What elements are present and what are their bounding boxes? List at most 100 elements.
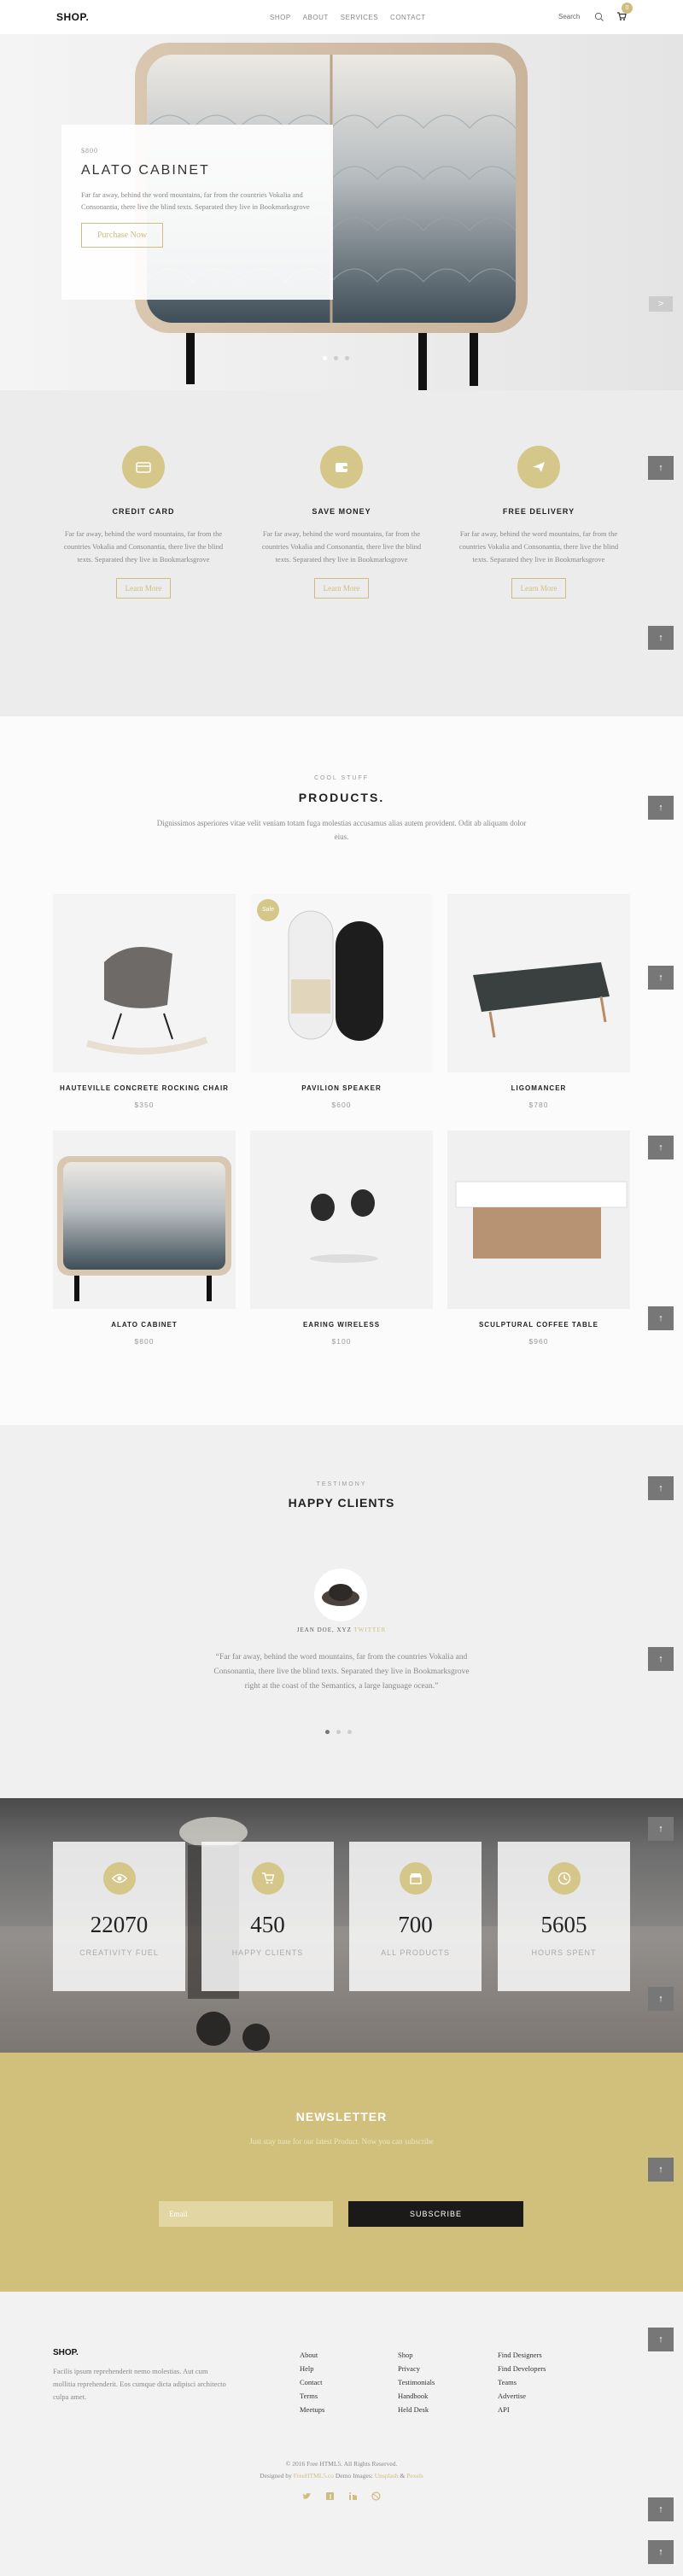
footer-link[interactable]: Teams: [498, 2375, 546, 2389]
product-name[interactable]: LIGOMANCER: [447, 1084, 630, 1092]
slider-dot[interactable]: [323, 356, 327, 360]
product-name[interactable]: HAUTEVILLE CONCRETE ROCKING CHAIR: [53, 1084, 236, 1092]
footer-link[interactable]: Find Designers: [498, 2348, 546, 2362]
logo[interactable]: SHOP.: [56, 11, 89, 23]
product-price: $350: [134, 1101, 155, 1109]
back-to-top-button[interactable]: ↑: [648, 456, 674, 480]
stat-label: CREATIVITY FUEL: [79, 1948, 159, 1957]
footer-link[interactable]: Meetups: [300, 2403, 324, 2416]
product-image[interactable]: [447, 1130, 630, 1309]
feature-free-delivery: FREE DELIVERY Far far away, behind the w…: [453, 446, 624, 599]
footer-link[interactable]: API: [498, 2403, 546, 2416]
nav-services[interactable]: SERVICES: [341, 14, 378, 21]
back-to-top-button[interactable]: ↑: [648, 966, 674, 990]
subscribe-button[interactable]: SUBSCRIBE: [348, 2201, 523, 2227]
back-to-top-button[interactable]: ↑: [648, 1647, 674, 1671]
product-image[interactable]: Sale: [250, 894, 433, 1072]
back-to-top-button[interactable]: ↑: [648, 796, 674, 820]
product-image[interactable]: [53, 894, 236, 1072]
back-to-top-button[interactable]: ↑: [648, 2497, 674, 2521]
footer-links-col-1: About Help Contact Terms Meetups: [300, 2348, 324, 2416]
product-name[interactable]: ALATO CABINET: [53, 1321, 236, 1329]
back-to-top-button[interactable]: ↑: [648, 626, 674, 650]
product-card[interactable]: Sale PAVILION SPEAKER $600: [250, 894, 433, 1109]
purchase-now-button[interactable]: Purchase Now: [81, 223, 164, 248]
feature-text: Far far away, behind the word mountains,…: [261, 529, 422, 564]
feature-credit-card: CREDIT CARD Far far away, behind the wor…: [58, 446, 229, 599]
feature-save-money: SAVE MONEY Far far away, behind the word…: [256, 446, 427, 599]
product-name[interactable]: EARING WIRELESS: [250, 1321, 433, 1329]
back-to-top-button[interactable]: ↑: [648, 2540, 674, 2564]
footer-link[interactable]: Advertise: [498, 2389, 546, 2403]
search-input[interactable]: Search: [558, 13, 580, 20]
back-to-top-button[interactable]: ↑: [648, 1306, 674, 1330]
learn-more-button[interactable]: Learn More: [115, 578, 172, 599]
learn-more-button[interactable]: Learn More: [313, 578, 370, 599]
linkedin-icon[interactable]: [348, 2490, 358, 2500]
slider-dot[interactable]: [334, 356, 338, 360]
product-image[interactable]: [250, 1130, 433, 1309]
back-to-top-button[interactable]: ↑: [648, 1136, 674, 1159]
footer-logo[interactable]: SHOP.: [53, 2348, 79, 2357]
footer-link[interactable]: About: [300, 2348, 324, 2362]
section-description: Dignissimos asperiores vitae velit venia…: [156, 819, 527, 841]
hero-description: Far far away, behind the word mountains,…: [81, 190, 310, 211]
product-card[interactable]: ALATO CABINET $800: [53, 1130, 236, 1346]
dribbble-icon[interactable]: [371, 2490, 381, 2501]
nav-about[interactable]: ABOUT: [303, 14, 329, 21]
footer-link[interactable]: Help: [300, 2362, 324, 2375]
facebook-icon[interactable]: [325, 2490, 335, 2500]
product-card[interactable]: SCULPTURAL COFFEE TABLE $960: [447, 1130, 630, 1346]
footer-link[interactable]: Contact: [300, 2375, 324, 2389]
client-role-link[interactable]: TWITTER: [354, 1627, 387, 1633]
nav-contact[interactable]: CONTACT: [390, 14, 426, 21]
wallet-icon: [320, 446, 363, 488]
twitter-icon[interactable]: [302, 2490, 312, 2499]
arrow-up-icon: ↑: [658, 2334, 663, 2345]
footer-link[interactable]: Shop: [398, 2348, 435, 2362]
product-image[interactable]: [53, 1130, 236, 1309]
arrow-up-icon: ↑: [658, 2504, 663, 2515]
eye-icon: [102, 1862, 136, 1895]
slider-dot[interactable]: [336, 1730, 341, 1734]
arrow-up-icon: ↑: [658, 1483, 663, 1493]
footer-link[interactable]: Terms: [300, 2389, 324, 2403]
arrow-up-icon: ↑: [658, 1142, 663, 1153]
footer-link[interactable]: Testimonials: [398, 2375, 435, 2389]
back-to-top-button[interactable]: ↑: [648, 2328, 674, 2351]
slider-dot[interactable]: [347, 1730, 352, 1734]
footer: SHOP. Facilis ipsum reprehenderit nemo m…: [0, 2292, 683, 2576]
pexels-link[interactable]: Pexels: [406, 2472, 423, 2480]
back-to-top-button[interactable]: ↑: [648, 1817, 674, 1841]
cart-count-badge: 0: [622, 3, 633, 14]
newsletter-description: Just stay tune for our latest Product. N…: [249, 2137, 434, 2146]
unsplash-link[interactable]: Unsplash: [375, 2472, 399, 2480]
product-card[interactable]: EARING WIRELESS $100: [250, 1130, 433, 1346]
stat-products: 700 ALL PRODUCTS: [349, 1842, 482, 1991]
product-name[interactable]: SCULPTURAL COFFEE TABLE: [447, 1321, 630, 1329]
slider-next-button[interactable]: >: [649, 296, 673, 312]
footer-link[interactable]: Held Desk: [398, 2403, 435, 2416]
footer-link[interactable]: Handbook: [398, 2389, 435, 2403]
email-field[interactable]: [159, 2201, 333, 2227]
learn-more-button[interactable]: Learn More: [511, 578, 567, 599]
product-image[interactable]: [447, 894, 630, 1072]
arrow-up-icon: ↑: [658, 1994, 663, 2004]
product-card[interactable]: HAUTEVILLE CONCRETE ROCKING CHAIR $350: [53, 894, 236, 1109]
search-icon[interactable]: [593, 11, 605, 23]
footer-link[interactable]: Find Developers: [498, 2362, 546, 2375]
arrow-up-icon: ↑: [658, 2164, 663, 2175]
slider-dot[interactable]: [345, 356, 349, 360]
credits-brand-link[interactable]: FreeHTML5.co: [294, 2472, 334, 2480]
nav-shop[interactable]: SHOP: [270, 14, 291, 21]
back-to-top-button[interactable]: ↑: [648, 1987, 674, 2011]
product-price: $600: [331, 1101, 352, 1109]
product-name[interactable]: PAVILION SPEAKER: [250, 1084, 433, 1092]
back-to-top-button[interactable]: ↑: [648, 1476, 674, 1500]
back-to-top-button[interactable]: ↑: [648, 2158, 674, 2182]
slider-dot[interactable]: [325, 1730, 330, 1734]
feature-title: SAVE MONEY: [312, 507, 371, 516]
stat-creativity: 22070 CREATIVITY FUEL: [53, 1842, 185, 1991]
footer-link[interactable]: Privacy: [398, 2362, 435, 2375]
product-card[interactable]: LIGOMANCER $780: [447, 894, 630, 1109]
